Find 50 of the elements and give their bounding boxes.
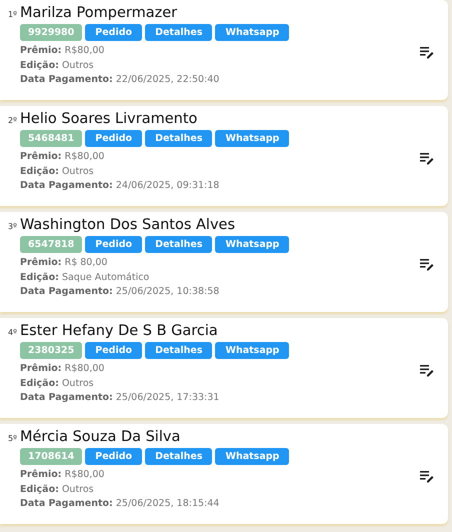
edit-list-icon[interactable] (420, 46, 434, 58)
detail-line: Prêmio: R$80,00 (20, 468, 106, 482)
detail-line: Prêmio: R$ 80,00 (20, 256, 108, 270)
action-button[interactable]: Pedido (85, 24, 142, 41)
edit-list-icon[interactable] (420, 258, 434, 270)
detail-line: Data Pagamento: 25/06/2025, 10:38:58 (20, 285, 220, 299)
rank-label: 3º (8, 222, 17, 231)
detail-line: Data Pagamento: 25/06/2025, 18:15:44 (20, 497, 220, 511)
detail-line: Prêmio: R$80,00 (20, 362, 106, 376)
action-button[interactable]: Detalhes (145, 130, 212, 147)
code-badge: 2380325 (20, 342, 82, 359)
detail-line: Prêmio: R$80,00 (20, 44, 106, 58)
rank-label: 5º (8, 434, 17, 443)
action-button[interactable]: Pedido (85, 448, 142, 465)
action-button[interactable]: Whatsapp (215, 24, 290, 41)
rank-label: 2º (8, 116, 17, 125)
detail-line: Edição: Outros (20, 58, 95, 72)
winner-name: Helio Soares Livramento (20, 111, 198, 127)
edit-list-icon[interactable] (420, 364, 434, 376)
rank-label: 1º (8, 10, 17, 19)
code-badge: 6547818 (20, 236, 82, 253)
detail-line: Prêmio: R$80,00 (20, 150, 106, 164)
winner-name: Washington Dos Santos Alves (20, 217, 236, 233)
code-badge: 1708614 (20, 448, 82, 465)
detail-line: Edição: Saque Automático (20, 270, 150, 284)
action-button[interactable]: Pedido (85, 236, 142, 253)
edit-list-icon[interactable] (420, 470, 434, 482)
action-button[interactable]: Whatsapp (215, 448, 290, 465)
code-badge: 9929980 (20, 24, 82, 41)
rank-label: 4º (8, 328, 17, 337)
action-button[interactable]: Detalhes (145, 236, 212, 253)
action-button[interactable]: Detalhes (145, 448, 212, 465)
detail-line: Edição: Outros (20, 482, 95, 496)
detail-line: Data Pagamento: 24/06/2025, 09:31:18 (20, 179, 220, 193)
code-badge: 5468481 (20, 130, 82, 147)
action-button[interactable]: Detalhes (145, 342, 212, 359)
action-button[interactable]: Whatsapp (215, 342, 290, 359)
action-button[interactable]: Pedido (85, 342, 142, 359)
detail-line: Data Pagamento: 25/06/2025, 17:33:31 (20, 391, 220, 405)
edit-list-icon[interactable] (420, 152, 434, 164)
winner-name: Ester Hefany De S B Garcia (20, 323, 218, 339)
winner-name: Mércia Souza Da Silva (20, 429, 180, 445)
action-button[interactable]: Detalhes (145, 24, 212, 41)
detail-line: Data Pagamento: 22/06/2025, 22:50:40 (20, 73, 220, 87)
detail-line: Edição: Outros (20, 376, 95, 390)
detail-line: Edição: Outros (20, 164, 95, 178)
action-button[interactable]: Pedido (85, 130, 142, 147)
winner-name: Marilza Pompermazer (20, 5, 178, 21)
action-button[interactable]: Whatsapp (215, 236, 290, 253)
action-button[interactable]: Whatsapp (215, 130, 290, 147)
